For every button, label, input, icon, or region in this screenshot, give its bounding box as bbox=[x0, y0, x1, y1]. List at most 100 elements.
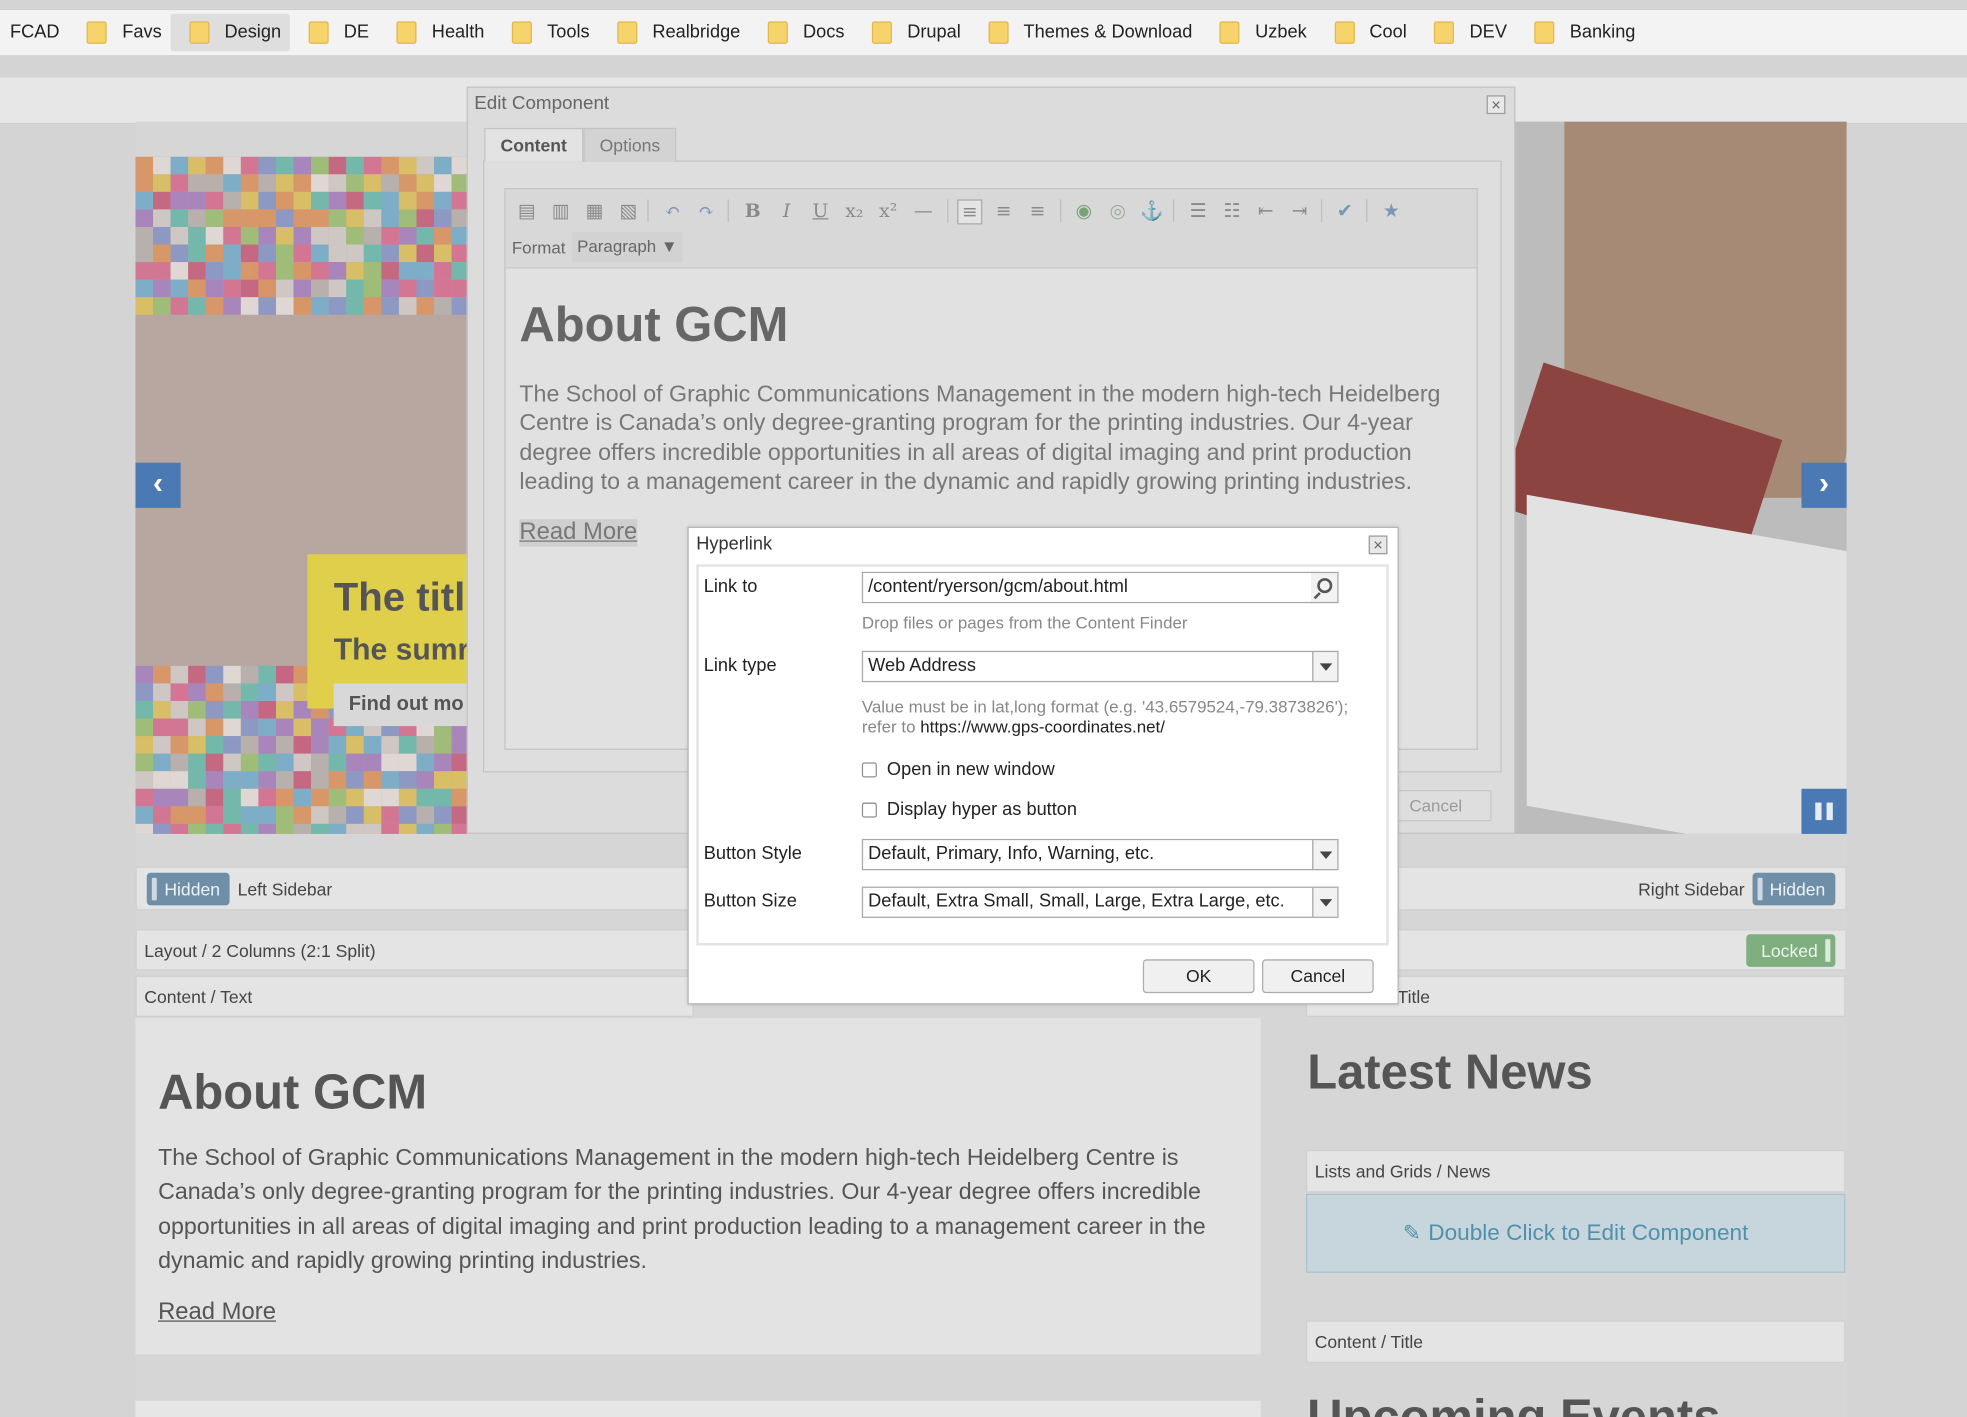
editor-read-more-link[interactable]: Read More bbox=[519, 519, 638, 547]
bold-icon[interactable]: B bbox=[741, 199, 764, 222]
button-size-dropdown-button[interactable] bbox=[1312, 886, 1339, 918]
link-browse-button[interactable] bbox=[1310, 571, 1339, 604]
swatch-cell bbox=[223, 561, 241, 579]
news-component-bar[interactable]: Lists and Grids / News bbox=[1305, 1149, 1846, 1193]
swatch-cell bbox=[364, 315, 382, 333]
layout-bar[interactable]: Layout / 2 Columns (2:1 Split) bbox=[135, 929, 694, 971]
numbered-list-icon[interactable]: ☷ bbox=[1221, 199, 1244, 222]
read-more-link[interactable]: Read More bbox=[158, 1299, 276, 1327]
format-select[interactable]: Paragraph ▼ bbox=[572, 231, 683, 263]
subscript-icon[interactable]: x₂ bbox=[843, 199, 866, 222]
slider-next-button[interactable]: › bbox=[1801, 462, 1847, 508]
swatch-cell bbox=[275, 174, 294, 192]
bookmark-drupal[interactable]: Drupal bbox=[853, 14, 969, 52]
align-right-icon[interactable]: ≡ bbox=[1026, 199, 1049, 222]
bookmark-label: Drupal bbox=[907, 22, 961, 43]
edit-dialog-close-button[interactable]: × bbox=[1486, 95, 1506, 115]
swatch-cell bbox=[399, 350, 417, 368]
horizontal-rule-icon[interactable]: — bbox=[912, 199, 935, 222]
bookmark-favs[interactable]: Favs bbox=[68, 14, 170, 52]
special-char-icon[interactable]: ★ bbox=[1380, 199, 1403, 222]
bookmark-banking[interactable]: Banking bbox=[1516, 14, 1644, 52]
ok-button[interactable]: OK bbox=[1142, 959, 1255, 994]
bookmark-tools[interactable]: Tools bbox=[493, 14, 598, 52]
superscript-icon[interactable]: x² bbox=[877, 199, 900, 222]
swatch-cell bbox=[275, 736, 294, 754]
bookmark-health[interactable]: Health bbox=[378, 14, 493, 52]
swatch-cell bbox=[293, 209, 312, 227]
spellcheck-icon[interactable]: ✔ bbox=[1334, 199, 1357, 222]
open-new-window-checkbox[interactable] bbox=[861, 762, 877, 778]
swatch-cell bbox=[153, 174, 171, 192]
swatch-cell bbox=[170, 700, 189, 719]
swatch-cell bbox=[329, 508, 347, 526]
swatch-cell bbox=[153, 226, 171, 245]
link-icon[interactable]: ◉ bbox=[1073, 199, 1096, 222]
paste-icon[interactable]: ▦ bbox=[583, 199, 606, 222]
bookmark-cool[interactable]: Cool bbox=[1315, 14, 1415, 52]
redo-icon[interactable]: ↷ bbox=[695, 199, 718, 222]
cancel-button[interactable]: Cancel bbox=[1262, 959, 1374, 994]
anchor-icon[interactable]: ⚓ bbox=[1140, 199, 1163, 222]
edit-component-placeholder[interactable]: ✎ Double Click to Edit Component bbox=[1305, 1193, 1846, 1273]
indent-icon[interactable]: ⇥ bbox=[1288, 199, 1311, 222]
bullet-list-icon[interactable]: ☰ bbox=[1187, 199, 1210, 222]
content-title-bar[interactable]: Content / Title bbox=[1305, 1320, 1846, 1364]
locked-toggle[interactable]: Locked bbox=[1746, 933, 1836, 967]
folder-icon bbox=[988, 21, 1009, 44]
swatch-cell bbox=[206, 455, 224, 473]
bookmark-fcad[interactable]: FCAD bbox=[1, 14, 68, 52]
swatch-cell bbox=[153, 315, 171, 333]
bookmark-realbridge[interactable]: Realbridge bbox=[598, 14, 749, 52]
hyperlink-dialog-close-button[interactable]: × bbox=[1368, 535, 1388, 555]
align-center-icon[interactable]: ≡ bbox=[992, 199, 1015, 222]
tab-options[interactable]: Options bbox=[583, 127, 677, 162]
swatch-cell bbox=[364, 525, 382, 543]
slider-pause-button[interactable] bbox=[1801, 788, 1847, 834]
bookmark-dev[interactable]: DEV bbox=[1416, 14, 1516, 52]
slide-title: The titl bbox=[333, 574, 466, 620]
unlink-icon[interactable]: ◎ bbox=[1106, 199, 1129, 222]
gps-coordinates-link[interactable]: https://www.gps-coordinates.net/ bbox=[920, 717, 1165, 736]
italic-icon[interactable]: I bbox=[775, 199, 798, 222]
bookmark-design[interactable]: Design bbox=[170, 13, 290, 52]
swatch-cell bbox=[328, 771, 347, 789]
right-sidebar-toggle[interactable]: Hidden bbox=[1752, 872, 1836, 905]
paste-word-icon[interactable]: ▧ bbox=[617, 199, 640, 222]
bookmark-docs[interactable]: Docs bbox=[749, 14, 853, 52]
button-style-dropdown-button[interactable] bbox=[1312, 838, 1339, 871]
underline-icon[interactable]: U bbox=[809, 199, 832, 222]
swatch-cell bbox=[364, 508, 382, 526]
button-style-select[interactable]: Default, Primary, Info, Warning, etc. bbox=[861, 838, 1314, 871]
swatch-cell bbox=[223, 490, 241, 508]
find-out-more-button[interactable]: Find out mo bbox=[333, 683, 470, 727]
slider-prev-button[interactable]: ‹ bbox=[135, 462, 181, 508]
outdent-icon[interactable]: ⇤ bbox=[1255, 199, 1278, 222]
swatch-cell bbox=[258, 262, 276, 280]
swatch-cell bbox=[416, 438, 434, 456]
tab-content[interactable]: Content bbox=[484, 127, 584, 162]
swatch-cell bbox=[416, 420, 434, 438]
align-left-icon[interactable]: ≡ bbox=[957, 199, 983, 225]
bookmark-themes[interactable]: Themes & Download bbox=[970, 14, 1202, 52]
swatch-cell bbox=[223, 596, 241, 614]
swatch-cell bbox=[171, 385, 189, 403]
swatch-cell bbox=[135, 350, 153, 368]
bookmark-de[interactable]: DE bbox=[290, 14, 378, 52]
bookmark-uzbek[interactable]: Uzbek bbox=[1201, 14, 1315, 52]
swatch-cell bbox=[223, 631, 241, 649]
copy-icon[interactable]: ▥ bbox=[549, 199, 572, 222]
left-sidebar-toggle[interactable]: Hidden bbox=[146, 872, 231, 905]
link-type-select[interactable]: Web Address bbox=[861, 650, 1314, 683]
content-text-bar[interactable]: Content / Text bbox=[135, 975, 694, 1017]
search-icon bbox=[1317, 578, 1333, 594]
swatch-cell bbox=[241, 455, 259, 473]
link-type-dropdown-button[interactable] bbox=[1312, 650, 1339, 683]
display-as-button-checkbox[interactable] bbox=[861, 802, 877, 818]
swatch-cell bbox=[363, 823, 382, 834]
undo-icon[interactable]: ↶ bbox=[661, 199, 684, 222]
button-size-select[interactable]: Default, Extra Small, Small, Large, Extr… bbox=[861, 886, 1314, 918]
cut-icon[interactable]: ▤ bbox=[516, 199, 539, 222]
layout-bar-label: Layout / 2 Columns (2:1 Split) bbox=[144, 939, 376, 960]
link-to-input[interactable]: /content/ryerson/gcm/about.html bbox=[861, 571, 1314, 604]
